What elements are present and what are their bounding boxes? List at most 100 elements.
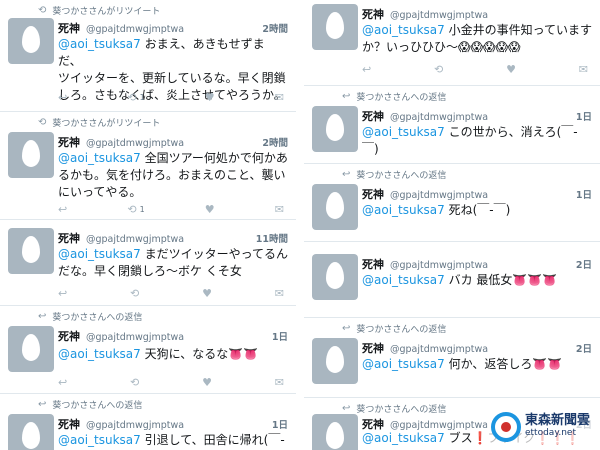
tweet-card[interactable]: 死神 @gpajtdmwgjmptwa 2日 @aoi_tsuksa7 バカ 最… [304, 242, 600, 318]
tweet-card[interactable]: ↩ 葵つかささんへの返信 死神 @gpajtdmwgjmptwa 1日 @aoi… [304, 164, 600, 242]
like-button[interactable]: ♥ [205, 91, 215, 104]
mention-link[interactable]: @aoi_tsuksa7 [362, 23, 445, 37]
display-name[interactable]: 死神 [58, 416, 80, 432]
heart-icon: ♥ [204, 91, 215, 104]
dm-button[interactable]: ✉ [275, 287, 284, 300]
dm-button[interactable]: ✉ [275, 91, 284, 104]
mention-link[interactable]: @aoi_tsuksa7 [362, 357, 445, 371]
tweet-line: ツイッターを、更新しているな。早く閉鎖 [58, 71, 286, 85]
timestamp[interactable]: 2日 [576, 341, 592, 355]
display-name[interactable]: 死神 [58, 134, 80, 150]
reply-button[interactable]: ↩ [58, 287, 67, 300]
timestamp[interactable]: 1日 [576, 109, 592, 123]
heart-icon: ♥ [506, 63, 516, 76]
avatar[interactable] [312, 414, 358, 450]
tweet-header: 死神 @gpajtdmwgjmptwa 1日 [58, 416, 288, 432]
user-handle[interactable]: @gpajtdmwgjmptwa [86, 332, 184, 343]
tweet-card[interactable]: 死神 @gpajtdmwgjmptwa @aoi_tsuksa7 小金井の事件知… [304, 0, 600, 86]
reply-icon: ↩ [342, 169, 351, 180]
reply-icon: ↩ [58, 376, 68, 389]
retweet-button[interactable]: ⟲ [434, 63, 443, 76]
display-name[interactable]: 死神 [362, 256, 384, 272]
timestamp[interactable]: 2時間 [262, 135, 288, 149]
like-button[interactable]: ♥ [205, 203, 215, 216]
timestamp[interactable]: 11時間 [256, 231, 288, 245]
tweet-line: 何か、返答しろ👅👅 [448, 357, 563, 371]
user-handle[interactable]: @gpajtdmwgjmptwa [86, 138, 184, 149]
timestamp[interactable]: 1日 [576, 187, 592, 201]
user-handle[interactable]: @gpajtdmwgjmptwa [390, 10, 488, 21]
tweet-card[interactable]: ↩ 葵つかささんへの返信 死神 @gpajtdmwgjmptwa 1日 @aoi… [0, 394, 296, 450]
like-button[interactable]: ♥ [506, 63, 516, 76]
avatar[interactable] [8, 18, 54, 64]
user-handle[interactable]: @gpajtdmwgjmptwa [390, 260, 488, 271]
like-button[interactable]: ♥ [202, 376, 212, 389]
user-handle[interactable]: @gpajtdmwgjmptwa [390, 190, 488, 201]
tweet-line: か？いっひひひ～😱😱😱😱😱 [362, 40, 521, 54]
mention-link[interactable]: @aoi_tsuksa7 [362, 125, 445, 139]
tweet-line: るかも。気を付けろ。おまえのこと、襲い [58, 168, 286, 182]
user-handle[interactable]: @gpajtdmwgjmptwa [86, 24, 184, 35]
display-name[interactable]: 死神 [58, 20, 80, 36]
avatar[interactable] [312, 184, 358, 230]
mention-link[interactable]: @aoi_tsuksa7 [58, 247, 141, 261]
tweet-card[interactable]: 死神 @gpajtdmwgjmptwa 11時間 @aoi_tsuksa7 まだ… [0, 220, 296, 306]
avatar[interactable] [312, 4, 358, 50]
avatar[interactable] [312, 254, 358, 300]
mention-link[interactable]: @aoi_tsuksa7 [362, 273, 445, 287]
tweet-line: 全国ツアー何処かで何かあ [144, 151, 288, 165]
dm-button[interactable]: ✉ [275, 376, 284, 389]
mention-link[interactable]: @aoi_tsuksa7 [58, 151, 141, 165]
user-handle[interactable]: @gpajtdmwgjmptwa [390, 112, 488, 123]
avatar[interactable] [312, 106, 358, 152]
retweet-button[interactable]: ⟲ [130, 376, 139, 389]
avatar[interactable] [8, 326, 54, 372]
timestamp[interactable]: 2日 [576, 257, 592, 271]
mention-link[interactable]: @aoi_tsuksa7 [362, 203, 445, 217]
tweet-card[interactable]: ⟲ 葵つかささんがリツイート 死神 @gpajtdmwgjmptwa 2時間 @… [0, 112, 296, 220]
avatar[interactable] [8, 132, 54, 178]
timestamp[interactable]: 2時間 [262, 21, 288, 35]
display-name[interactable]: 死神 [362, 108, 384, 124]
reply-button[interactable]: ↩ [58, 91, 67, 104]
tweet-card[interactable]: ↩ 葵つかささんへの返信 死神 @gpajtdmwgjmptwa 2日 @aoi… [304, 318, 600, 398]
timestamp[interactable]: 1日 [272, 329, 288, 343]
retweet-icon: ⟲ [127, 91, 137, 104]
avatar[interactable] [312, 338, 358, 384]
retweet-button[interactable]: ⟲ 1 [127, 91, 144, 104]
tweet-card[interactable]: ↩ 葵つかささんへの返信 死神 @gpajtdmwgjmptwa 1日 @aoi… [0, 306, 296, 394]
dm-button[interactable]: ✉ [579, 63, 588, 76]
tweet-actions: ↩ ⟲ ♥ ✉ [58, 376, 284, 389]
reply-button[interactable]: ↩ [362, 63, 371, 76]
avatar[interactable] [8, 414, 54, 450]
mention-link[interactable]: @aoi_tsuksa7 [58, 347, 141, 361]
reply-button[interactable]: ↩ [58, 203, 67, 216]
mention-link[interactable]: @aoi_tsuksa7 [362, 431, 445, 445]
avatar[interactable] [8, 228, 54, 274]
display-name[interactable]: 死神 [362, 340, 384, 356]
dm-button[interactable]: ✉ [275, 203, 284, 216]
display-name[interactable]: 死神 [362, 186, 384, 202]
reply-button[interactable]: ↩ [58, 376, 67, 389]
like-button[interactable]: ♥ [202, 287, 212, 300]
tweet-card[interactable]: ↩ 葵つかささんへの返信 死神 @gpajtdmwgjmptwa 1日 @aoi… [304, 86, 600, 164]
user-handle[interactable]: @gpajtdmwgjmptwa [86, 420, 184, 431]
egg-avatar-icon [326, 192, 344, 219]
user-handle[interactable]: @gpajtdmwgjmptwa [86, 234, 184, 245]
tweet-line: まだツイッターやってるん [144, 247, 289, 261]
reply-icon: ↩ [342, 91, 351, 102]
reply-icon: ↩ [362, 63, 372, 76]
tweet-text: @aoi_tsuksa7 まだツイッターやってるん だな。早く閉鎖しろ～ボケ く… [58, 246, 288, 280]
retweet-button[interactable]: ⟲ 1 [127, 203, 144, 216]
timestamp[interactable]: 1日 [272, 417, 288, 431]
mention-link[interactable]: @aoi_tsuksa7 [58, 433, 141, 447]
display-name[interactable]: 死神 [58, 230, 80, 246]
display-name[interactable]: 死神 [362, 6, 384, 22]
user-handle[interactable]: @gpajtdmwgjmptwa [390, 344, 488, 355]
mention-link[interactable]: @aoi_tsuksa7 [58, 37, 141, 51]
retweet-button[interactable]: ⟲ [130, 287, 139, 300]
tweet-card[interactable]: ⟲ 葵つかささんがリツイート 死神 @gpajtdmwgjmptwa 2時間 @… [0, 0, 296, 112]
tweet-line: にいってやる。 [58, 185, 142, 199]
tweet-line: だな。早く閉鎖しろ～ボケ くそ女 [58, 264, 242, 278]
display-name[interactable]: 死神 [58, 328, 80, 344]
